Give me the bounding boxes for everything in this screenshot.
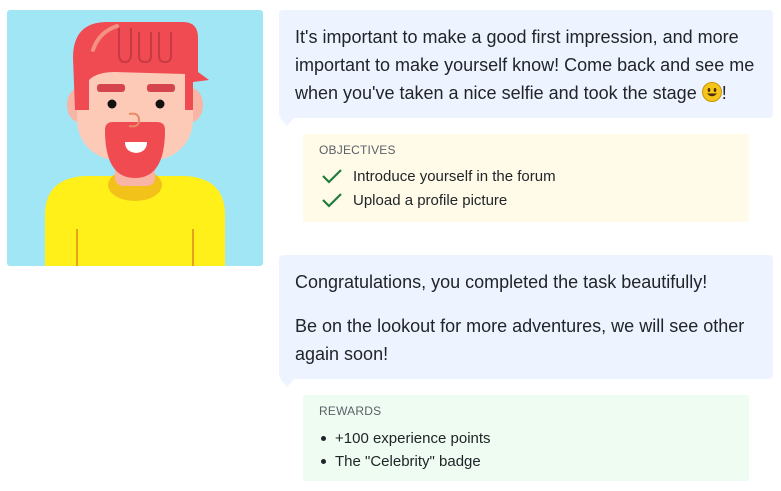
objectives-title: OBJECTIVES bbox=[319, 143, 396, 157]
message-text: It's important to make a good first impr… bbox=[295, 27, 755, 103]
objectives-panel: OBJECTIVES Introduce yourself in the for… bbox=[303, 134, 749, 222]
npc-message-congrats: Congratulations, you completed the task … bbox=[279, 255, 773, 387]
check-icon bbox=[322, 169, 342, 184]
bullet-icon bbox=[321, 459, 326, 464]
rewards-panel: REWARDS +100 experience points The "Cele… bbox=[303, 395, 749, 481]
rewards-title: REWARDS bbox=[319, 404, 382, 418]
objective-item: Introduce yourself in the forum bbox=[319, 164, 733, 188]
rewards-list: +100 experience points The "Celebrity" b… bbox=[319, 427, 733, 473]
objectives-list: Introduce yourself in the forum Upload a… bbox=[319, 164, 733, 212]
reward-item: The "Celebrity" badge bbox=[319, 450, 733, 473]
check-icon bbox=[322, 193, 342, 208]
npc-message-intro: It's important to make a good first impr… bbox=[279, 10, 773, 126]
smiley-emoji-icon bbox=[701, 82, 722, 102]
reward-item: +100 experience points bbox=[319, 427, 733, 450]
objective-item: Upload a profile picture bbox=[319, 188, 733, 212]
bullet-icon bbox=[321, 436, 326, 441]
message-paragraph: Be on the lookout for more adventures, w… bbox=[295, 316, 745, 364]
message-paragraph: Congratulations, you completed the task … bbox=[295, 272, 708, 292]
npc-avatar bbox=[7, 10, 263, 266]
